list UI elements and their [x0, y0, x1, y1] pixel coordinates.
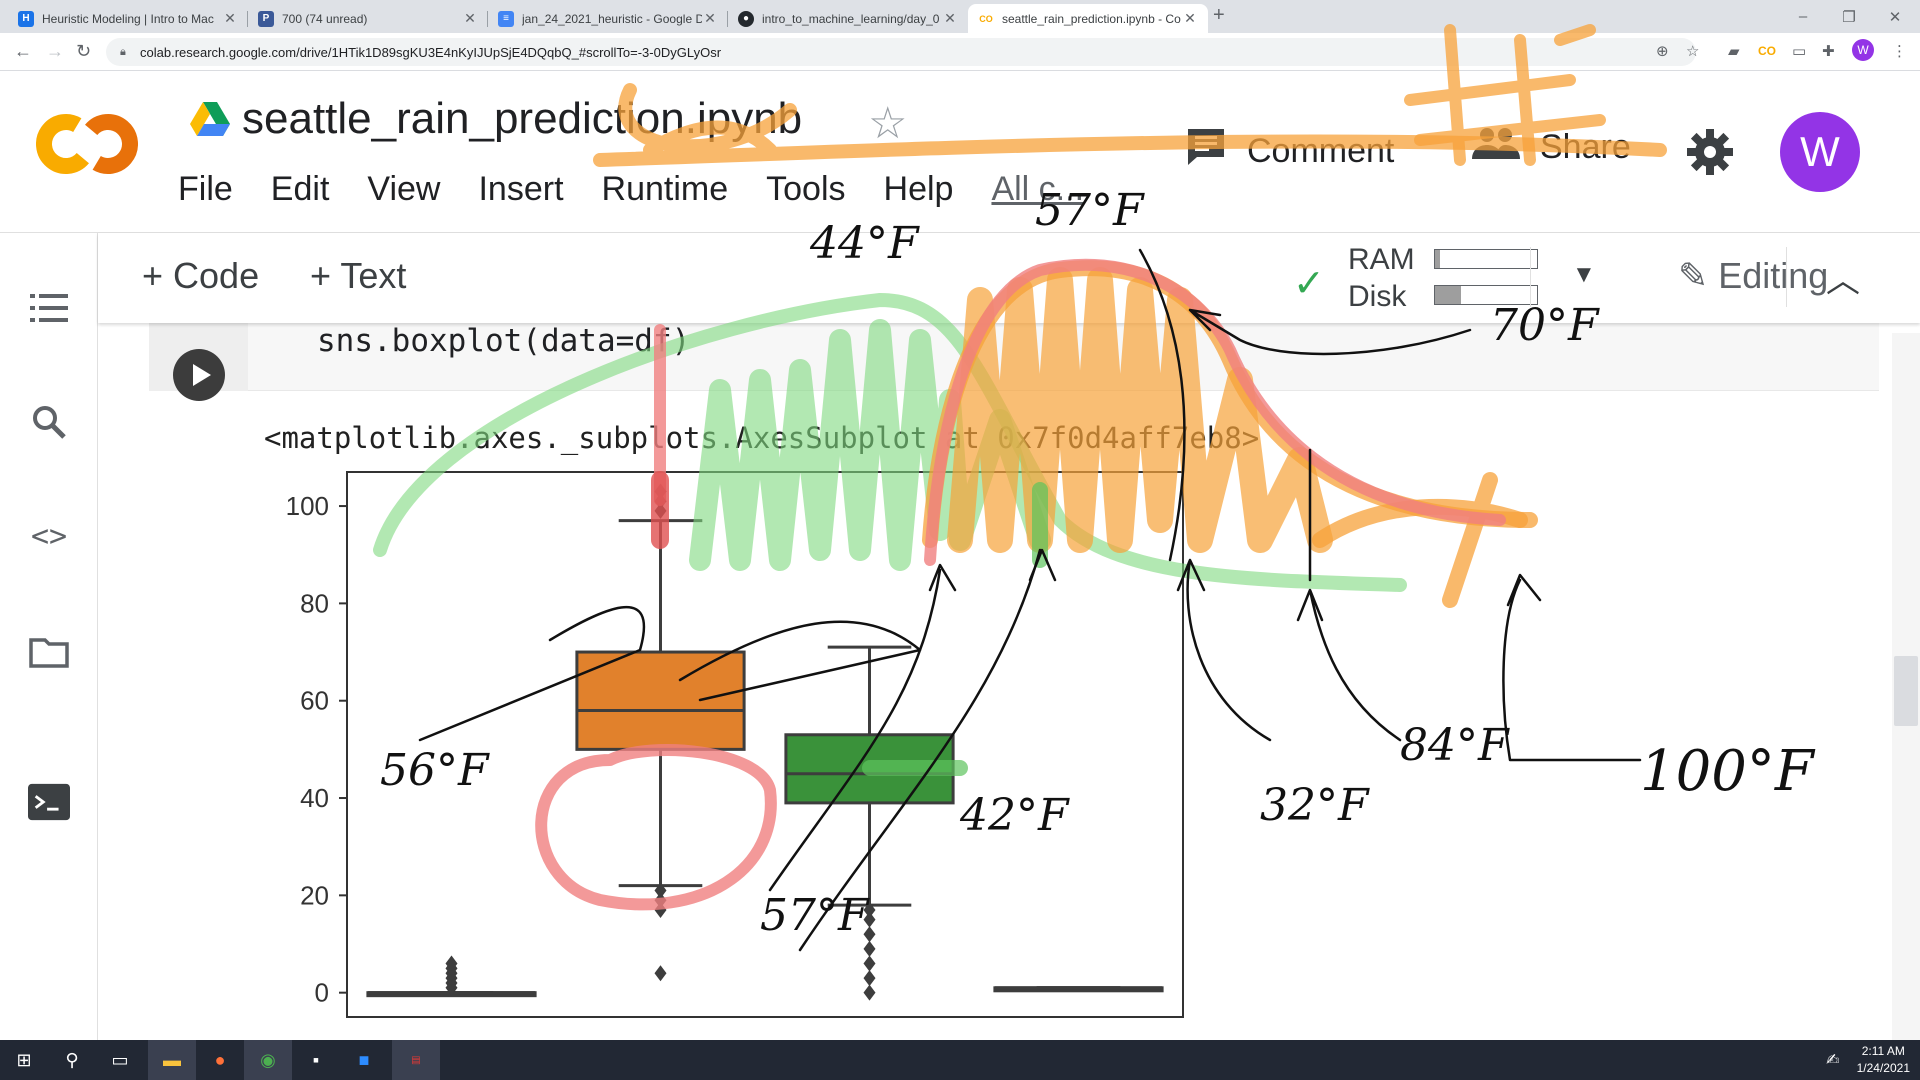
task-view-icon[interactable]: ▭	[96, 1040, 144, 1080]
system-clock[interactable]: 2:11 AM 1/24/2021	[1857, 1043, 1910, 1077]
collapse-header-icon[interactable]: ︿	[1826, 253, 1860, 302]
ram-label: RAM	[1348, 243, 1415, 276]
toolbar-divider	[1530, 247, 1531, 307]
voice-meeter-icon[interactable]: ▤	[392, 1040, 440, 1080]
editing-label: Editing	[1718, 255, 1829, 296]
disk-label: Disk	[1348, 280, 1407, 313]
windows-start-icon[interactable]: ⊞	[0, 1040, 48, 1080]
terminal-app-icon[interactable]: ▪	[292, 1040, 340, 1080]
y-tick-label: 0	[315, 978, 329, 1008]
y-tick-label: 20	[300, 880, 329, 910]
runtime-dropdown-icon[interactable]: ▼	[1572, 261, 1596, 289]
y-axis: 0 20 40 60 80 100	[286, 491, 347, 1008]
clock-time: 2:11 AM	[1861, 1044, 1905, 1058]
disk-usage-fill	[1435, 286, 1461, 304]
screen: H Heuristic Modeling | Intro to Mac ✕ P …	[0, 0, 1920, 1080]
box-3	[993, 986, 1164, 993]
search-icon[interactable]: ⚲	[48, 1040, 96, 1080]
ram-usage-bar	[1434, 249, 1538, 269]
add-text-button[interactable]: + Text	[310, 255, 406, 297]
windows-taskbar: ⊞ ⚲ ▭ ▬ ● ◉ ▪ ■ ▤ ✍ 2:11 AM 1/24/2021	[0, 1040, 1920, 1080]
run-cell-button[interactable]	[173, 349, 225, 401]
y-tick-label: 60	[300, 686, 329, 716]
y-tick-label: 40	[300, 783, 329, 813]
toolbar-divider	[1786, 247, 1787, 307]
zoom-app-icon[interactable]: ■	[340, 1040, 388, 1080]
clock-date: 1/24/2021	[1856, 1061, 1910, 1075]
notebook-toolbar: + Code + Text ✓ RAM Disk ▼ ✎ Editing ︿	[98, 233, 1920, 323]
connected-check-icon: ✓	[1293, 263, 1325, 305]
pencil-icon: ✎	[1678, 255, 1709, 296]
ram-usage-fill	[1435, 250, 1441, 268]
box-body	[575, 650, 746, 751]
resources-indicator[interactable]: RAM Disk	[1348, 241, 1415, 315]
plot-area	[346, 471, 1184, 1018]
editing-mode-button[interactable]: ✎ Editing	[1678, 255, 1828, 297]
box-body	[784, 733, 955, 805]
firefox-icon[interactable]: ●	[196, 1040, 244, 1080]
disk-usage-bar	[1434, 285, 1538, 305]
chrome-icon[interactable]: ◉	[244, 1040, 292, 1080]
y-tick-label: 100	[286, 491, 329, 521]
file-explorer-icon[interactable]: ▬	[148, 1040, 196, 1080]
boxplot-chart: 0 20 40 60 80 100	[286, 471, 1184, 1018]
y-tick-label: 80	[300, 588, 329, 618]
pen-icon[interactable]: ✍	[1826, 1050, 1839, 1070]
add-code-button[interactable]: + Code	[142, 255, 259, 297]
